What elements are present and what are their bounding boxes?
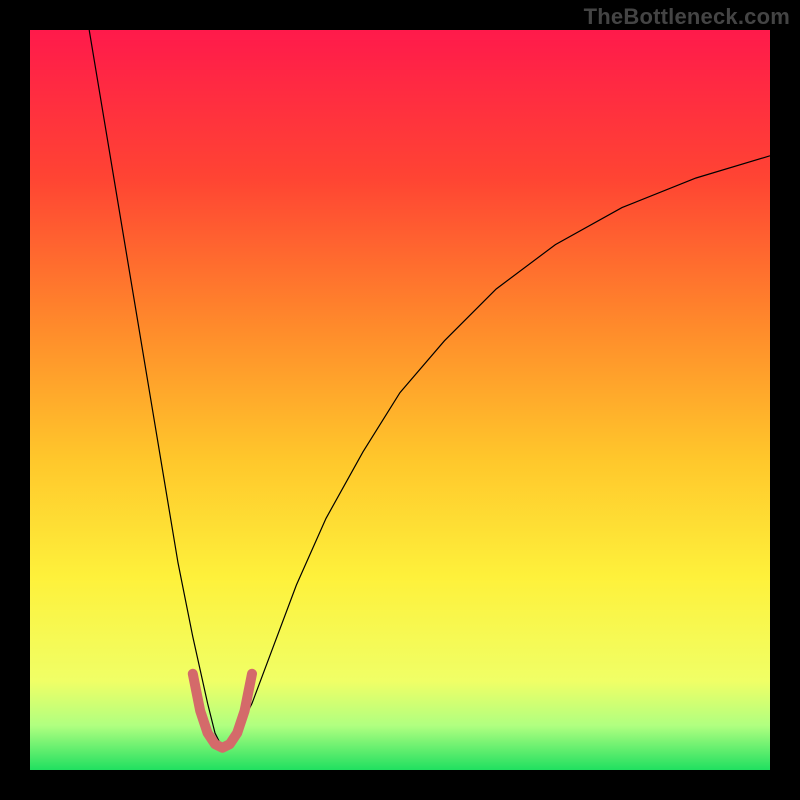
gradient-background <box>30 30 770 770</box>
chart-frame: TheBottleneck.com <box>0 0 800 800</box>
chart-svg <box>30 30 770 770</box>
watermark-text: TheBottleneck.com <box>584 4 790 30</box>
plot-area <box>30 30 770 770</box>
